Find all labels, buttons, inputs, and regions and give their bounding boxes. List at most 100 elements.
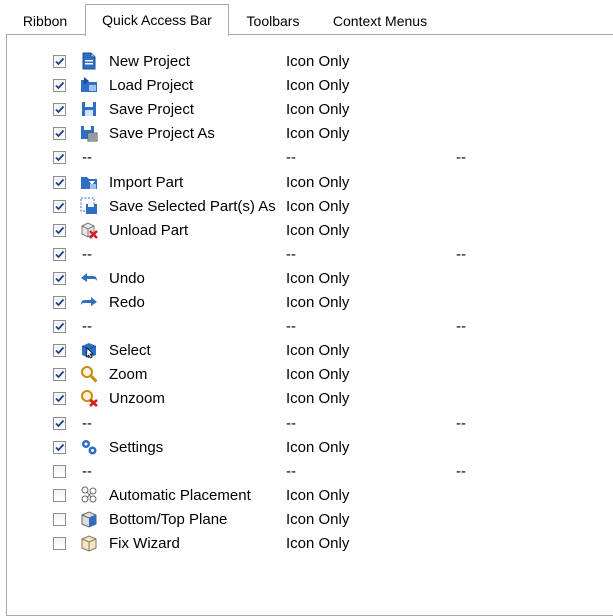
item-display-mode[interactable]: -- [286, 245, 296, 265]
item-name: Select [109, 342, 151, 359]
item-checkbox[interactable] [53, 103, 66, 116]
item-name: Redo [109, 294, 145, 311]
item-name: Fix Wizard [109, 535, 180, 552]
item-checkbox[interactable] [53, 465, 66, 478]
undo-icon [80, 269, 98, 287]
item-display-mode[interactable]: Icon Only [286, 100, 349, 120]
command-row[interactable]: Save Selected Part(s) As Icon Only [0, 196, 613, 220]
item-display-mode[interactable]: Icon Only [286, 197, 349, 217]
item-display-mode[interactable]: Icon Only [286, 486, 349, 506]
automatic-placement-icon [80, 486, 98, 504]
select-icon [80, 341, 98, 359]
redo-icon [80, 293, 98, 311]
command-row[interactable]: Save Project Icon Only [0, 99, 613, 123]
item-name: Bottom/Top Plane [109, 511, 228, 528]
item-display-mode[interactable]: Icon Only [286, 173, 349, 193]
item-display-mode[interactable]: Icon Only [286, 124, 349, 144]
command-row[interactable]: Fix Wizard Icon Only [0, 533, 613, 557]
separator-row[interactable]: -- -- -- [0, 316, 613, 340]
item-name: Settings [109, 439, 164, 456]
command-row[interactable]: Zoom Icon Only [0, 364, 613, 388]
item-checkbox[interactable] [53, 151, 66, 164]
item-display-mode[interactable]: -- [286, 414, 296, 434]
item-name: -- [82, 463, 92, 480]
command-row[interactable]: Redo Icon Only [0, 292, 613, 316]
command-row[interactable]: Bottom/Top Plane Icon Only [0, 509, 613, 533]
item-extra: -- [456, 318, 466, 335]
item-name: -- [82, 246, 92, 263]
command-row[interactable]: New Project Icon Only [0, 51, 613, 75]
command-row[interactable]: Undo Icon Only [0, 268, 613, 292]
command-row[interactable]: Save Project As Icon Only [0, 123, 613, 147]
item-checkbox[interactable] [53, 368, 66, 381]
command-row[interactable]: Unzoom Icon Only [0, 388, 613, 412]
item-display-mode[interactable]: Icon Only [286, 221, 349, 241]
command-row[interactable]: Load Project Icon Only [0, 75, 613, 99]
item-extra: -- [456, 415, 466, 432]
item-checkbox[interactable] [53, 176, 66, 189]
fix-wizard-icon [80, 534, 98, 552]
item-name: Save Selected Part(s) As [109, 198, 276, 215]
item-name: -- [82, 318, 92, 335]
item-checkbox[interactable] [53, 224, 66, 237]
command-row[interactable]: Import Part Icon Only [0, 172, 613, 196]
separator-row[interactable]: -- -- -- [0, 461, 613, 485]
item-checkbox[interactable] [53, 417, 66, 430]
item-name: Automatic Placement [109, 487, 251, 504]
item-name: -- [82, 415, 92, 432]
item-name: Save Project As [109, 125, 215, 142]
item-name: Load Project [109, 77, 194, 94]
unload-part-icon [80, 221, 98, 239]
item-display-mode[interactable]: Icon Only [286, 52, 349, 72]
item-checkbox[interactable] [53, 513, 66, 526]
item-checkbox[interactable] [53, 296, 66, 309]
item-checkbox[interactable] [53, 489, 66, 502]
item-checkbox[interactable] [53, 320, 66, 333]
item-checkbox[interactable] [53, 248, 66, 261]
item-name: Import Part [109, 174, 184, 191]
item-display-mode[interactable]: -- [286, 462, 296, 482]
item-extra: -- [456, 463, 466, 480]
separator-row[interactable]: -- -- -- [0, 147, 613, 171]
settings-icon [80, 438, 98, 456]
item-display-mode[interactable]: Icon Only [286, 269, 349, 289]
item-display-mode[interactable]: -- [286, 148, 296, 168]
item-display-mode[interactable]: Icon Only [286, 510, 349, 530]
item-checkbox[interactable] [53, 200, 66, 213]
item-display-mode[interactable]: -- [286, 317, 296, 337]
item-name: New Project [109, 53, 190, 70]
command-row[interactable]: Settings Icon Only [0, 437, 613, 461]
item-checkbox[interactable] [53, 272, 66, 285]
item-display-mode[interactable]: Icon Only [286, 365, 349, 385]
command-row[interactable]: Unload Part Icon Only [0, 220, 613, 244]
item-checkbox[interactable] [53, 537, 66, 550]
item-extra: -- [456, 149, 466, 166]
bottom-top-plane-icon [80, 510, 98, 528]
item-display-mode[interactable]: Icon Only [286, 389, 349, 409]
separator-row[interactable]: -- -- -- [0, 244, 613, 268]
item-name: Save Project [109, 101, 195, 118]
save-project-icon [80, 100, 98, 118]
item-checkbox[interactable] [53, 344, 66, 357]
import-part-icon [80, 173, 98, 191]
command-row[interactable]: Automatic Placement Icon Only [0, 485, 613, 509]
item-display-mode[interactable]: Icon Only [286, 76, 349, 96]
command-row[interactable]: Select Icon Only [0, 340, 613, 364]
item-checkbox[interactable] [53, 127, 66, 140]
item-checkbox[interactable] [53, 441, 66, 454]
command-list: New Project Icon Only Load Project Icon Onl… [0, 0, 613, 603]
item-name: Unload Part [109, 222, 189, 239]
item-name: Zoom [109, 366, 148, 383]
item-name: -- [82, 149, 92, 166]
item-checkbox[interactable] [53, 392, 66, 405]
item-checkbox[interactable] [53, 79, 66, 92]
item-display-mode[interactable]: Icon Only [286, 293, 349, 313]
item-name: Undo [109, 270, 145, 287]
item-display-mode[interactable]: Icon Only [286, 438, 349, 458]
item-display-mode[interactable]: Icon Only [286, 341, 349, 361]
zoom-icon [80, 365, 98, 383]
item-extra: -- [456, 246, 466, 263]
item-checkbox[interactable] [53, 55, 66, 68]
separator-row[interactable]: -- -- -- [0, 413, 613, 437]
item-display-mode[interactable]: Icon Only [286, 534, 349, 554]
